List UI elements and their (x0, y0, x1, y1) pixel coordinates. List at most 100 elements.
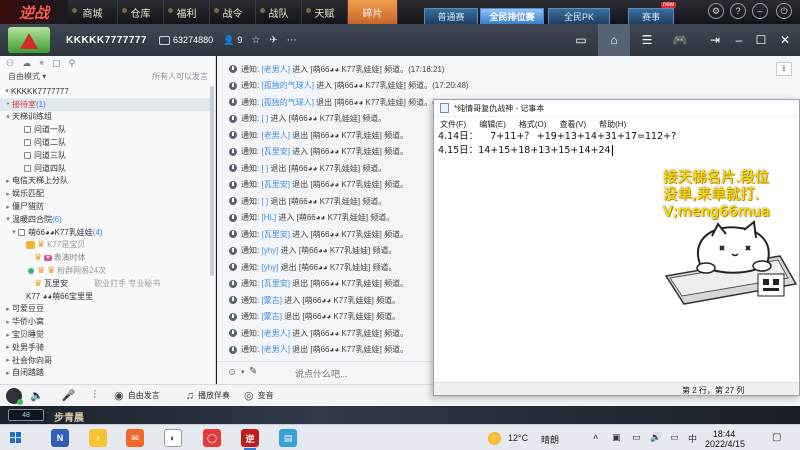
video-icon[interactable]: ▭ (565, 24, 597, 56)
chat-user-link[interactable]: [瓦里安] (261, 179, 289, 190)
sun-icon[interactable] (488, 432, 501, 445)
tree-scrollbar[interactable] (210, 86, 214, 276)
close-icon[interactable]: ✕ (774, 24, 796, 56)
mixer-button[interactable]: ⫶ (93, 389, 100, 402)
netease-app-icon[interactable]: ◯ (203, 429, 221, 447)
mail-app-icon[interactable]: ✉ (126, 429, 144, 447)
game-menu-warehouse[interactable]: 仓库 (118, 0, 164, 24)
game-app-icon[interactable]: 逆 (241, 429, 259, 450)
tree-item-courtyard[interactable]: ▾ 温暖四合院 (6) (0, 213, 210, 226)
game-tab-events[interactable]: 赛事 new (628, 2, 676, 24)
tree-item-subroom[interactable]: ▾ 萌66◕◕K77乳娃娃 (4) (0, 226, 210, 239)
user-row[interactable]: ♛ ♥ 表演时体 (0, 251, 210, 264)
game-menu-team[interactable]: 战队 (256, 0, 302, 24)
notepad-titlebar[interactable]: *纯情哥复仇战神 - 记事本 (434, 100, 799, 117)
clock-time[interactable]: 18:44 (706, 429, 742, 439)
tree-item-chushou[interactable]: ▸ 处男手骑 (0, 341, 210, 354)
tree-item-autism[interactable]: ▸ 自闭踏踏 (0, 367, 210, 380)
maximize-icon[interactable]: ☐ (750, 24, 772, 56)
game-menu-fragments[interactable]: 碎片 (348, 0, 398, 24)
ime-indicator[interactable]: 中 (688, 432, 697, 445)
accompany-button[interactable]: ♫ 播放伴奏 (186, 390, 230, 402)
game-minimize-icon[interactable]: – (752, 3, 768, 19)
notepad-app-icon[interactable]: ▤ (279, 429, 297, 447)
menu-format[interactable]: 格式(O) (519, 119, 547, 130)
game-tab-normal[interactable]: 普通赛 (424, 8, 478, 24)
avatar[interactable] (6, 387, 23, 405)
mic-button[interactable]: 🎤 (62, 389, 80, 402)
tree-item-sleep[interactable]: ▸ 宝贝睡觉 (0, 328, 210, 341)
menu-edit[interactable]: 编辑(E) (479, 119, 506, 130)
tray-app-icon[interactable]: ▣ (612, 432, 621, 443)
chevron-up-icon[interactable]: ˄ (593, 432, 598, 442)
game-tab-ranked[interactable]: 全民排位赛 (480, 8, 544, 24)
video-app-icon[interactable]: ◐ (164, 429, 182, 447)
qq-music-app-icon[interactable]: ♪ (89, 429, 107, 447)
game-menu-talent[interactable]: 天赋 (302, 0, 348, 24)
chevron-down-icon[interactable]: ▾ (241, 368, 245, 376)
emoji-icon[interactable]: ☺ (227, 367, 237, 378)
network-app-icon[interactable]: N (51, 429, 69, 447)
search-icon[interactable]: ⚲ (69, 58, 76, 69)
game-settings-icon[interactable]: ⚙ (708, 3, 724, 19)
chat-user-link[interactable]: [yhy] (261, 263, 278, 272)
chat-user-link[interactable]: [ ] (261, 164, 268, 173)
location-icon[interactable]: ⌖ (39, 58, 44, 69)
tree-item-team4[interactable]: 问道四队 (0, 162, 210, 175)
tree-item-huaqiao[interactable]: ▸ 华侨小窝 (0, 315, 210, 328)
chat-user-link[interactable]: [yhy] (261, 246, 278, 255)
free-speak-button[interactable]: ◉ 自由发言 (114, 389, 160, 402)
tree-item-reception[interactable]: • 接待室 (1) (0, 97, 210, 111)
chat-user-link[interactable]: [老男人] (261, 344, 289, 355)
chat-user-link[interactable]: [老男人] (261, 328, 289, 339)
chat-user-link[interactable]: [ ] (261, 114, 268, 123)
menu-file[interactable]: 文件(F) (440, 119, 466, 130)
tree-item-casual[interactable]: ▸ 娱乐匹配 (0, 187, 210, 200)
tree-item-team2[interactable]: 问道二队 (0, 136, 210, 149)
chat-user-link[interactable]: [老男人] (261, 64, 289, 75)
chat-user-link[interactable]: [老男人] (261, 130, 289, 141)
tree-item-zombie[interactable]: ▸ 僵尸猎防 (0, 200, 210, 213)
chat-user-link[interactable]: [ ] (261, 197, 268, 206)
tree-item-ladder[interactable]: ▾ 天梯训练组 (0, 111, 210, 124)
airplane-icon[interactable]: ✈ (269, 35, 277, 46)
voice-change-button[interactable]: ◎ 变音 (244, 389, 274, 402)
clock-date[interactable]: 2022/4/15 (700, 439, 750, 449)
chat-user-link[interactable]: [瓦里安] (261, 278, 289, 289)
tree-item-society[interactable]: ▸ 社会你向哥 (0, 354, 210, 367)
speak-mode[interactable]: 自由模式 ▾ (8, 71, 46, 82)
chat-user-link[interactable]: [瓦里安] (261, 229, 289, 240)
user-row[interactable]: ♛ K77是宝贝 (0, 239, 210, 252)
chat-user-link[interactable]: [孤独的气球人] (261, 80, 313, 91)
tree-item-cute[interactable]: ▸ 可爱豆豆 (0, 303, 210, 316)
chat-user-link[interactable]: [孤独的气球人] (261, 97, 313, 108)
weather-desc[interactable]: 晴朗 (541, 433, 559, 446)
game-power-icon[interactable]: ⏻ (776, 3, 792, 19)
minimize-icon[interactable]: – (728, 24, 750, 56)
battery-icon[interactable]: ▭ (670, 432, 679, 443)
download-icon[interactable]: ⭳ (776, 62, 792, 76)
monitor-icon[interactable]: ▭ (632, 432, 641, 443)
menu-view[interactable]: 查看(V) (559, 119, 586, 130)
list-icon[interactable]: ☰ (631, 24, 663, 56)
speaker-button[interactable]: 🔈 (30, 389, 48, 402)
chat-input[interactable] (295, 366, 430, 381)
tree-item-root[interactable]: ▾ KKKKK7777777 (0, 85, 210, 98)
user-row[interactable]: K77 ◕◕萌66宝里里 (0, 290, 210, 303)
star-icon[interactable]: ☆ (251, 35, 260, 46)
tree-item-telecom[interactable]: ▸ 电信天梯上分队 (0, 175, 210, 188)
home-icon[interactable]: ⌂ (598, 24, 630, 56)
game-help-icon[interactable]: ? (730, 3, 746, 19)
game-tab-pk[interactable]: 全民PK (548, 8, 610, 24)
game-menu-shop[interactable]: 商城 (68, 0, 118, 24)
cloud-icon[interactable]: ☁ (22, 58, 31, 69)
menu-help[interactable]: 帮助(H) (599, 119, 626, 130)
user-icon[interactable]: ⚇ (6, 58, 14, 69)
game-menu-battlepass[interactable]: 战令 (210, 0, 256, 24)
more-icon[interactable]: ⋯ (287, 35, 297, 46)
user-row[interactable]: ♛ 瓦里安 职业打手 专业秘书 (0, 277, 210, 290)
tree-item-team1[interactable]: 问道一队 (0, 123, 210, 136)
brush-icon[interactable]: ✎ (249, 366, 257, 377)
chat-user-link[interactable]: [瓦里安] (261, 146, 289, 157)
exit-icon[interactable]: ⇥ (702, 24, 728, 56)
